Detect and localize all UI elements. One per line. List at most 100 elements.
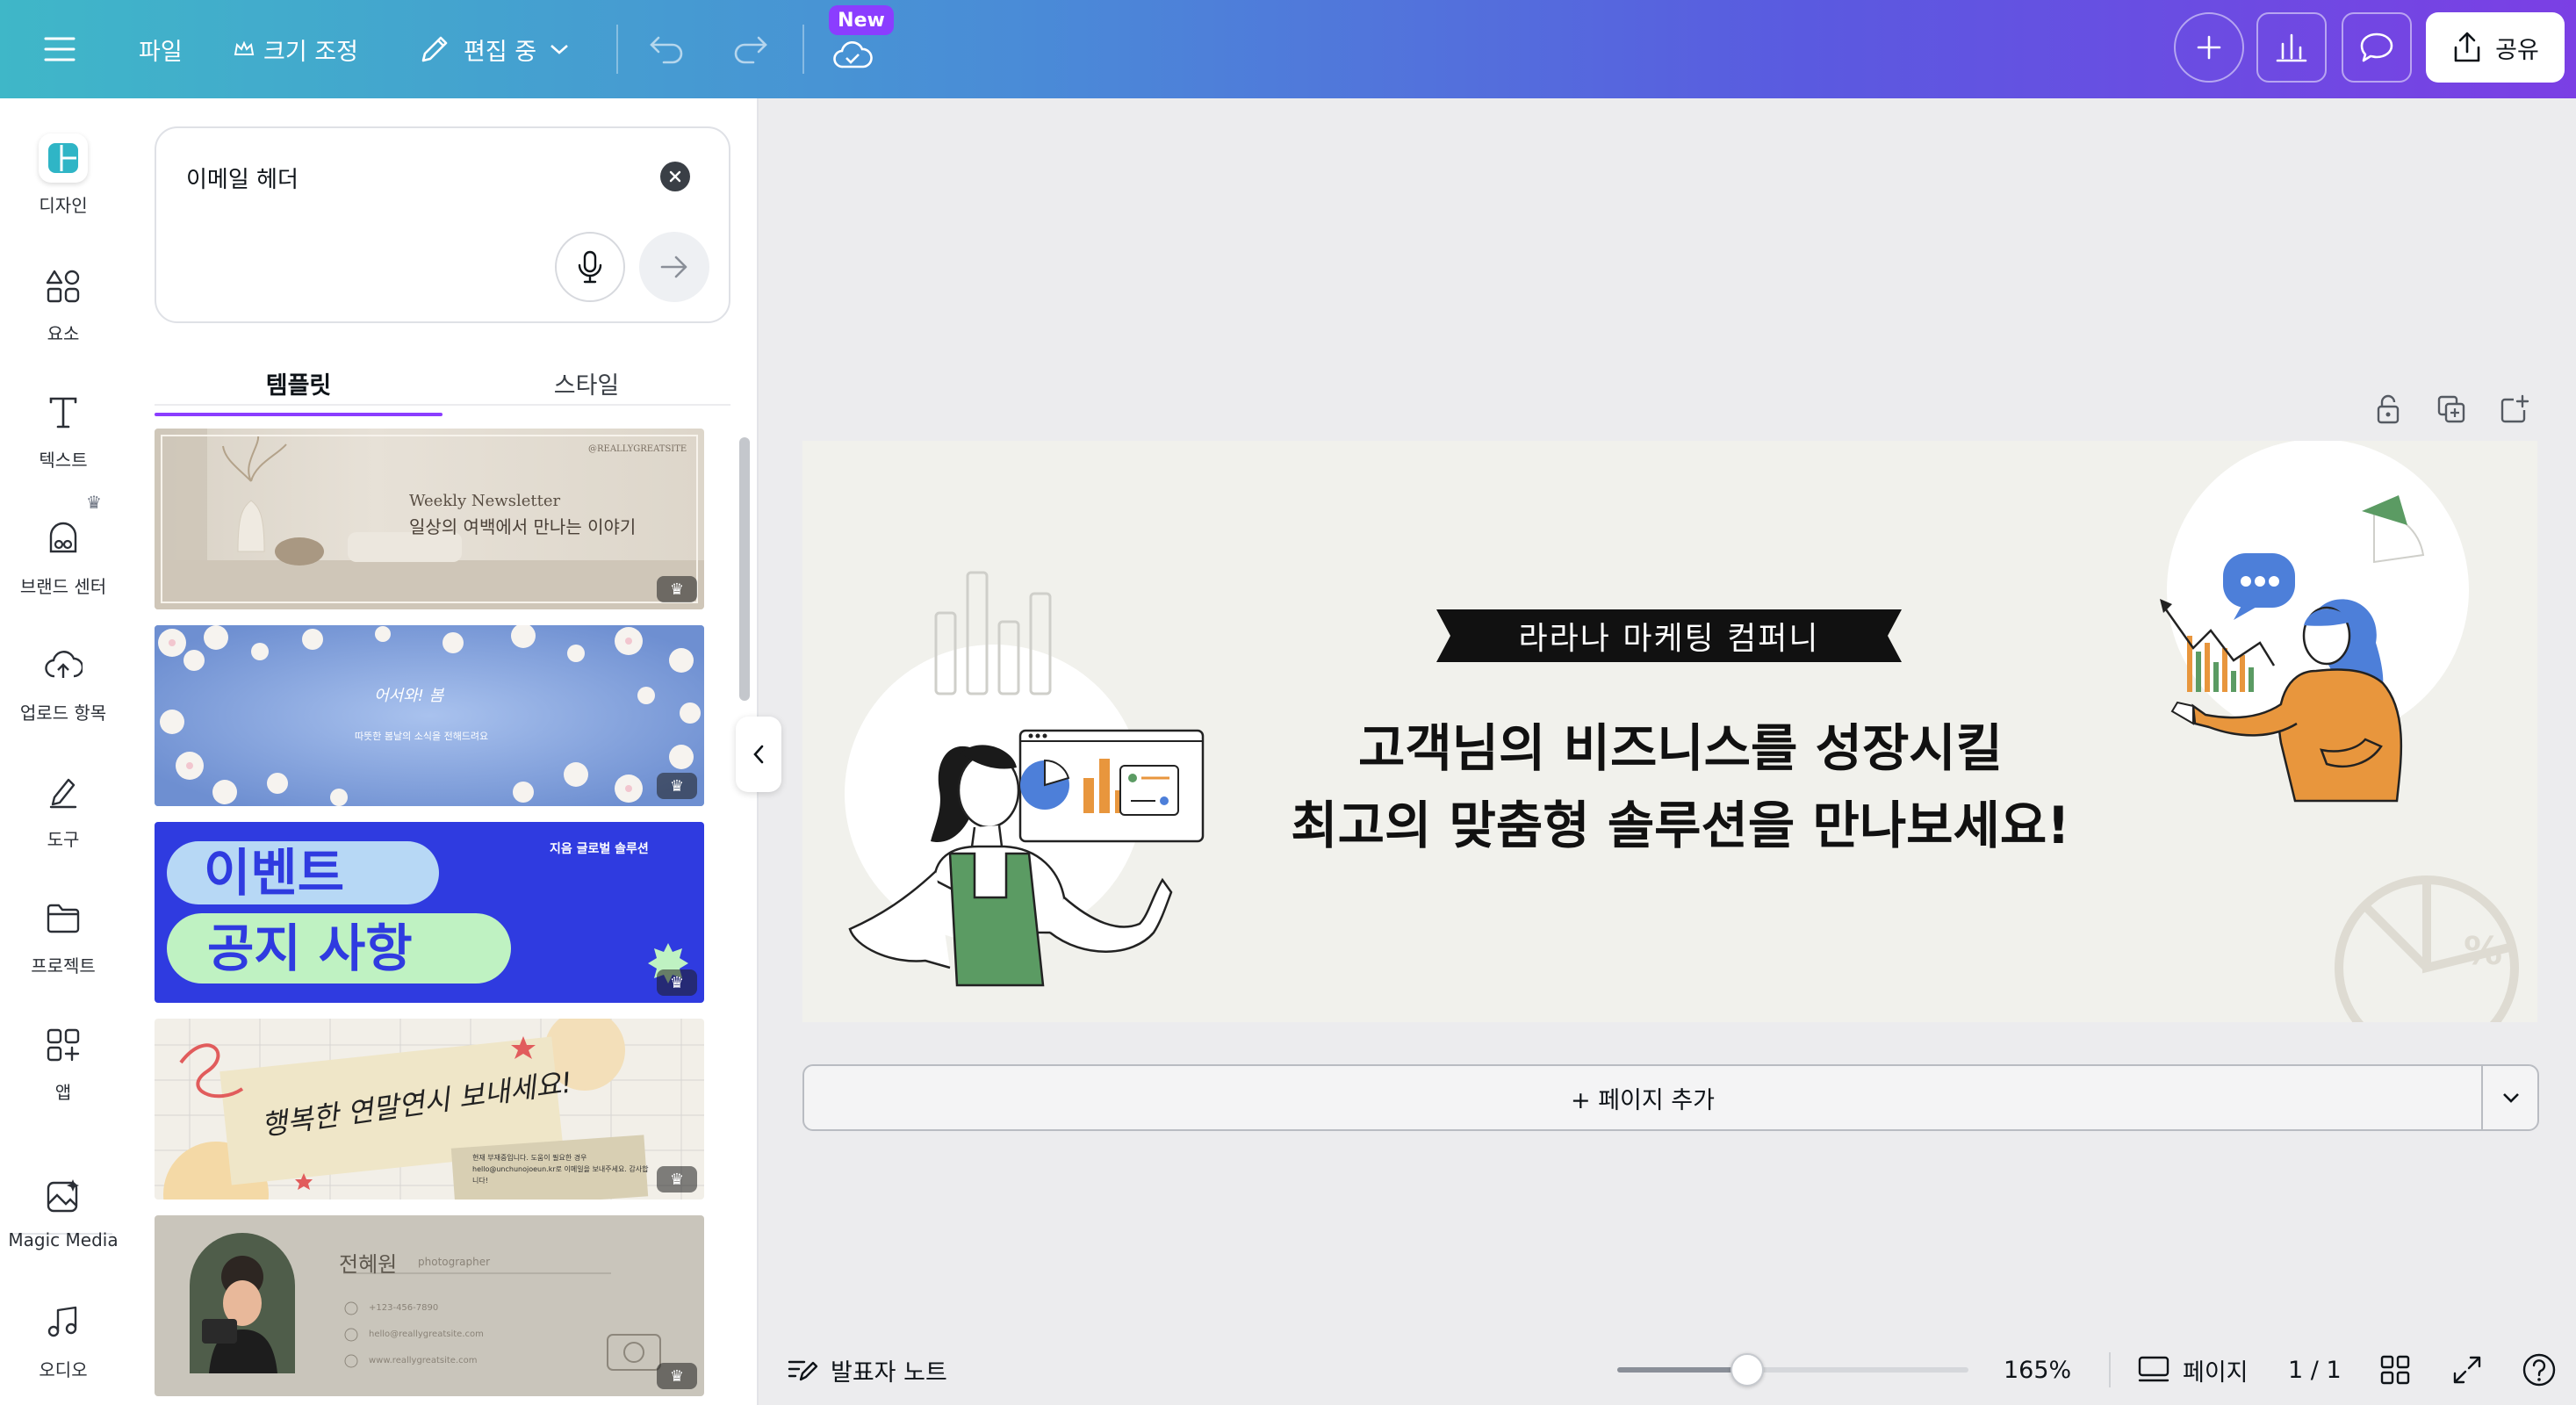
share-upload-icon xyxy=(2454,32,2480,62)
left-rail: 디자인 요소 텍스트 ♛ 브랜드 센터 업로드 항목 도구 프로젝트 앱 Mag… xyxy=(0,98,126,1405)
pencil-icon xyxy=(421,36,448,62)
woman-presenting-illustration xyxy=(845,571,1205,987)
cloud-save-button[interactable] xyxy=(832,26,873,83)
template-card[interactable]: Weekly Newsletter 일상의 여백에서 만나는 이야기 @REAL… xyxy=(155,429,704,609)
zoom-slider-thumb[interactable] xyxy=(1731,1353,1764,1387)
rail-item-design[interactable]: 디자인 xyxy=(0,133,126,217)
template-card[interactable]: 어서와! 봄 따뜻한 봄날의 소식을 전해드려요 ♛ xyxy=(155,625,704,806)
add-page-button[interactable]: + 페이지 추가 xyxy=(804,1066,2481,1129)
rail-label-audio: 오디오 xyxy=(39,1359,88,1380)
rail-label-magic-media: Magic Media xyxy=(8,1229,119,1250)
rail-item-tools[interactable]: 도구 xyxy=(0,767,126,851)
bottom-divider xyxy=(2109,1352,2111,1387)
elements-icon xyxy=(39,262,88,311)
chevron-left-icon xyxy=(753,745,764,764)
template-card[interactable]: 전혜원 photographer +123-456-7890 hello@rea… xyxy=(155,1215,704,1396)
tab-styles[interactable]: 스타일 xyxy=(443,355,730,411)
close-icon xyxy=(669,170,681,183)
template-phone: +123-456-7890 xyxy=(369,1303,439,1313)
template-title: 어서와! 봄 xyxy=(374,687,444,705)
rail-item-magic-media[interactable]: Magic Media xyxy=(0,1171,126,1250)
rail-label-tools: 도구 xyxy=(47,829,80,850)
design-page[interactable]: 라라나 마케팅 컴퍼니 고객님의 비즈니스를 성장시킬 최고의 맞춤형 솔루션을… xyxy=(802,441,2537,1022)
hamburger-icon xyxy=(44,37,76,61)
template-role: photographer xyxy=(418,1256,491,1268)
rail-item-uploads[interactable]: 업로드 항목 xyxy=(0,641,126,724)
top-toolbar: 파일 크기 조정 편집 중 New 공유 xyxy=(0,0,2576,98)
collapse-panel-button[interactable] xyxy=(736,717,781,792)
search-input[interactable]: 이메일 헤더 xyxy=(186,162,299,194)
undo-icon xyxy=(650,36,683,64)
headline-line-1: 고객님의 비즈니스를 성장시킬 xyxy=(1357,718,2004,778)
man-with-chart-illustration: % xyxy=(2160,441,2519,1022)
rail-item-text[interactable]: 텍스트 xyxy=(0,388,126,472)
file-label: 파일 xyxy=(139,38,183,66)
premium-crown-icon: ♛ xyxy=(657,773,697,799)
help-button[interactable] xyxy=(2522,1347,2557,1393)
rail-label-elements: 요소 xyxy=(47,323,80,344)
panel-scrollbar[interactable] xyxy=(739,437,750,701)
brand-icon xyxy=(39,515,88,564)
resize-button[interactable]: 크기 조정 xyxy=(234,21,358,77)
zoom-level[interactable]: 165% xyxy=(2004,1347,2071,1393)
presenter-notes-button[interactable]: 발표자 노트 xyxy=(787,1347,947,1393)
premium-crown-icon: ♛ xyxy=(657,969,697,996)
submit-search-button[interactable] xyxy=(639,232,709,302)
template-thumbnail xyxy=(155,625,704,806)
undo-button[interactable] xyxy=(648,21,687,77)
rail-item-elements[interactable]: 요소 xyxy=(0,262,126,345)
file-menu[interactable]: 파일 xyxy=(139,21,183,77)
notes-icon xyxy=(788,1360,818,1381)
rail-label-brand: 브랜드 센터 xyxy=(19,576,107,597)
zoom-slider[interactable] xyxy=(1617,1353,1968,1387)
redo-button[interactable] xyxy=(730,21,769,77)
template-subtitle: 일상의 여백에서 만나는 이야기 xyxy=(409,516,637,537)
duplicate-page-button[interactable] xyxy=(2432,390,2471,429)
upload-icon xyxy=(39,641,88,690)
search-box[interactable]: 이메일 헤더 xyxy=(155,126,730,323)
template-title: 공지 사항 xyxy=(207,919,413,978)
template-handle: @REALLYGREATSITE xyxy=(588,444,687,454)
voice-input-button[interactable] xyxy=(555,232,625,302)
text-icon xyxy=(39,388,88,437)
template-card[interactable]: 행복한 연말연시 보내세요! 현재 부재중입니다. 도움이 필요한 경우 hel… xyxy=(155,1019,704,1200)
company-ribbon: 라라나 마케팅 컴퍼니 xyxy=(1436,608,1902,664)
svg-text:%: % xyxy=(2464,929,2502,974)
grid-view-icon xyxy=(2380,1355,2410,1385)
lock-page-button[interactable] xyxy=(2369,390,2407,429)
zoom-slider-fill xyxy=(1617,1367,1747,1373)
template-email: hello@reallygreatsite.com xyxy=(369,1329,484,1339)
tab-divider xyxy=(155,404,730,406)
tools-icon xyxy=(39,767,88,817)
chevron-down-icon xyxy=(550,45,568,54)
add-page-options-button[interactable] xyxy=(2483,1066,2539,1129)
design-headline[interactable]: 고객님의 비즈니스를 성장시킬 최고의 맞춤형 솔루션을 만나보세요! xyxy=(1224,710,2137,864)
add-collaborator-button[interactable] xyxy=(2174,12,2244,83)
edit-mode-dropdown[interactable]: 편집 중 xyxy=(418,21,570,77)
tab-templates[interactable]: 템플릿 xyxy=(155,355,443,416)
insights-button[interactable] xyxy=(2256,12,2327,83)
pages-button[interactable]: 페이지 xyxy=(2137,1347,2249,1393)
toolbar-divider xyxy=(616,25,618,74)
fullscreen-button[interactable] xyxy=(2451,1347,2483,1393)
clear-search-button[interactable] xyxy=(660,162,690,191)
duplicate-icon xyxy=(2437,395,2465,423)
company-name: 라라나 마케팅 컴퍼니 xyxy=(1518,621,1820,657)
template-site: www.reallygreatsite.com xyxy=(369,1356,478,1365)
rail-label-design: 디자인 xyxy=(39,195,88,216)
template-card[interactable]: 이벤트 공지 사항 지음 글로벌 솔루션 ♛ xyxy=(155,822,704,1003)
share-button[interactable]: 공유 xyxy=(2426,12,2565,83)
grid-view-button[interactable] xyxy=(2379,1347,2411,1393)
rail-item-brand[interactable]: 브랜드 센터 xyxy=(0,515,126,598)
cloud-check-icon xyxy=(833,40,873,68)
rail-item-projects[interactable]: 프로젝트 xyxy=(0,894,126,977)
menu-button[interactable] xyxy=(44,21,76,77)
rail-item-audio[interactable]: 오디오 xyxy=(0,1298,126,1381)
add-page-icon-button[interactable] xyxy=(2495,390,2534,429)
template-note: 현재 부재중입니다. 도움이 필요한 경우 hello@unchunojoeun… xyxy=(472,1154,649,1185)
comments-button[interactable] xyxy=(2342,12,2412,83)
apps-icon xyxy=(39,1020,88,1070)
rail-item-apps[interactable]: 앱 xyxy=(0,1020,126,1104)
redo-icon xyxy=(734,36,767,64)
rail-label-apps: 앱 xyxy=(54,1082,72,1103)
